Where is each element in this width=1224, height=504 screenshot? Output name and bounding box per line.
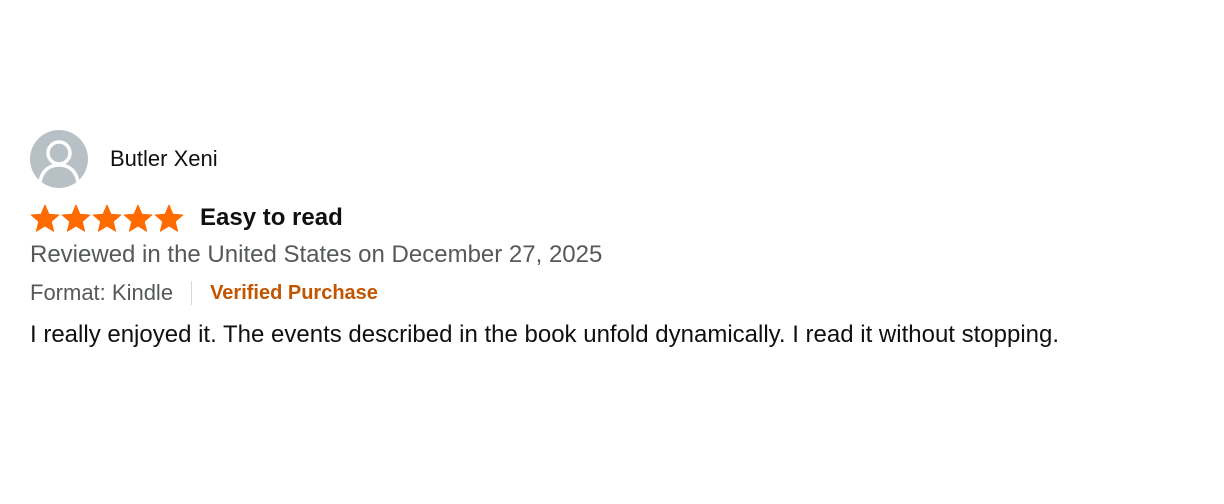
- review-title[interactable]: Easy to read: [200, 204, 343, 232]
- star-rating[interactable]: [30, 204, 184, 233]
- verified-purchase-badge: Verified Purchase: [210, 282, 378, 304]
- review-meta: Format: Kindle Verified Purchase: [30, 279, 1210, 307]
- review-date: Reviewed in the United States on Decembe…: [30, 241, 603, 268]
- format-label: Format: Kindle: [30, 280, 174, 305]
- star-icon: [61, 204, 91, 232]
- star-icon: [92, 204, 122, 232]
- reviewer-name[interactable]: Butler Xeni: [110, 146, 218, 172]
- review-card: Butler Xeni Easy to read Reviewed in the…: [30, 130, 1210, 350]
- star-icon: [154, 204, 184, 232]
- star-icon: [30, 204, 60, 232]
- rating-row: Easy to read: [30, 202, 1210, 234]
- avatar[interactable]: [30, 130, 88, 188]
- person-silhouette-icon: [38, 140, 80, 183]
- review-body: I really enjoyed it. The events describe…: [30, 321, 1060, 348]
- star-icon: [123, 204, 153, 232]
- reviewer-profile[interactable]: Butler Xeni: [30, 130, 1210, 188]
- divider: [191, 281, 193, 305]
